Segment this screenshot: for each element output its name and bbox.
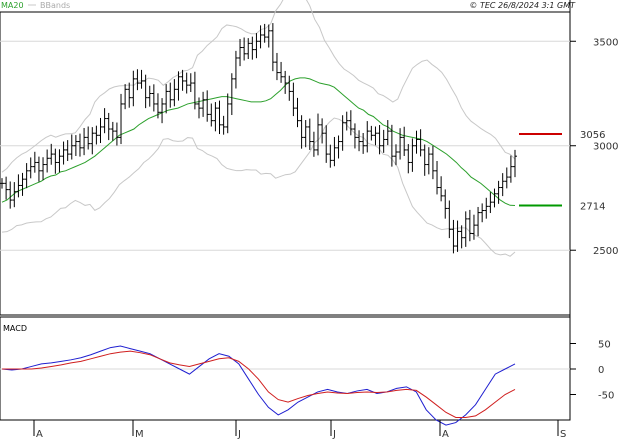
- price-level-label: 2714: [580, 202, 605, 213]
- price-y-tick-label: 3000: [593, 142, 618, 153]
- price-level-label: 3056: [580, 130, 605, 141]
- x-tick-label: M: [135, 429, 144, 440]
- bb-legend-label: BBands: [40, 1, 70, 10]
- x-tick-label: A: [36, 429, 43, 440]
- price-y-tick-label: 3500: [593, 37, 618, 48]
- ma-legend-label: MA20: [1, 1, 24, 10]
- x-tick-label: J: [237, 429, 241, 440]
- macd-y-tick-label: 0: [598, 365, 604, 376]
- copyright-timestamp: © TEC 26/8/2024 3:1 GMT: [469, 1, 576, 10]
- macd-y-tick-label: -50: [598, 391, 614, 402]
- x-tick-label: S: [560, 429, 566, 440]
- price-y-tick-label: 2500: [593, 246, 618, 257]
- x-tick-label: A: [442, 429, 449, 440]
- price-panel-frame: [0, 11, 571, 316]
- x-tick-label: J: [332, 429, 336, 440]
- macd-panel-title: MACD: [3, 324, 27, 333]
- macd-y-tick-label: 50: [598, 340, 611, 351]
- stock-chart: 3056 2714 2500 3000 3500 50 0 -50 A M J J A S MA20 B…: [0, 0, 618, 440]
